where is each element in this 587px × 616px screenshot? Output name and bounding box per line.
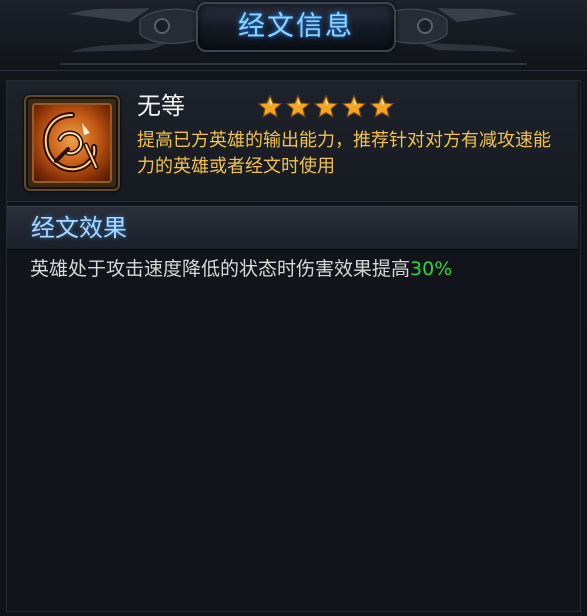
header-bar: 经文信息 [0, 0, 587, 71]
rune-name: 无等 [137, 92, 185, 120]
star-icon [313, 94, 339, 118]
effect-description: 英雄处于攻击速度降低的状态时伤害效果提高30% [30, 255, 452, 283]
rune-description: 提高已方英雄的输出能力，推荐针对对方有减攻速能力的英雄或者经文时使用 [137, 130, 551, 177]
star-icon [341, 94, 367, 118]
star-rating [257, 94, 395, 122]
rune-emblem-icon [42, 112, 99, 173]
rune-info-panel: 经文信息 无等 提高已方英雄的输出能力，推荐针对对方有减攻速能力的英雄或者经文时… [0, 0, 587, 616]
effect-section-title: 经文效果 [31, 214, 127, 242]
page-title: 经文信息 [238, 11, 354, 42]
effect-value: 30% [410, 258, 453, 280]
effect-section-header: 经文效果 [7, 206, 578, 250]
title-plate: 经文信息 [196, 2, 396, 52]
star-icon [285, 94, 311, 118]
star-icon [369, 94, 395, 118]
star-icon [257, 94, 283, 118]
effect-text: 英雄处于攻击速度降低的状态时伤害效果提高 [30, 258, 411, 280]
rune-icon-frame [24, 95, 120, 191]
